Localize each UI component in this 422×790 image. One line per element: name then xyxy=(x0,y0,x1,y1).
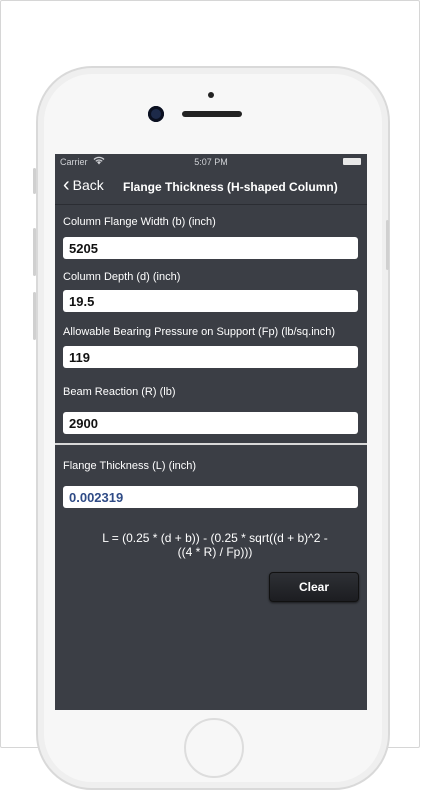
formula-text: L = (0.25 * (d + b)) - (0.25 * sqrt((d +… xyxy=(85,531,345,559)
clock-time: 5:07 PM xyxy=(194,157,228,167)
section-divider xyxy=(55,443,367,445)
battery-icon xyxy=(343,158,361,165)
field-label-beam-reaction: Beam Reaction (R) (lb) xyxy=(63,386,176,398)
volume-down-button xyxy=(33,292,36,340)
back-label: Back xyxy=(72,177,104,193)
field-label-bearing-pressure: Allowable Bearing Pressure on Support (F… xyxy=(63,326,336,338)
app-screen: Carrier 5:07 PM ‹ Back Flange Thickness … xyxy=(55,154,367,710)
volume-up-button xyxy=(33,228,36,276)
clear-button[interactable]: Clear xyxy=(269,572,359,602)
formula-line-1: L = (0.25 * (d + b)) - (0.25 * sqrt((d +… xyxy=(102,531,328,545)
beam-reaction-input[interactable]: 2900 xyxy=(63,412,358,434)
page-title: Flange Thickness (H-shaped Column) xyxy=(123,180,338,194)
result-label: Flange Thickness (L) (inch) xyxy=(63,460,197,472)
home-button[interactable] xyxy=(184,718,244,778)
bearing-pressure-input[interactable]: 119 xyxy=(63,346,358,368)
column-depth-input[interactable]: 19.5 xyxy=(63,290,358,312)
formula-line-2: ((4 * R) / Fp))) xyxy=(177,545,253,559)
status-bar: Carrier 5:07 PM xyxy=(55,154,367,170)
proximity-sensor xyxy=(208,92,214,98)
power-button xyxy=(386,220,389,270)
earpiece-speaker xyxy=(182,111,242,117)
field-label-flange-width: Column Flange Width (b) (inch) xyxy=(63,216,216,228)
navigation-bar: ‹ Back Flange Thickness (H-shaped Column… xyxy=(55,170,367,205)
front-camera xyxy=(148,106,164,122)
chevron-left-icon: ‹ xyxy=(63,174,70,196)
flange-width-input[interactable]: 5205 xyxy=(63,237,358,259)
back-button[interactable]: ‹ Back xyxy=(63,174,104,196)
mute-switch xyxy=(33,168,36,194)
field-label-column-depth: Column Depth (d) (inch) xyxy=(63,271,181,283)
result-field[interactable]: 0.002319 xyxy=(63,486,358,508)
